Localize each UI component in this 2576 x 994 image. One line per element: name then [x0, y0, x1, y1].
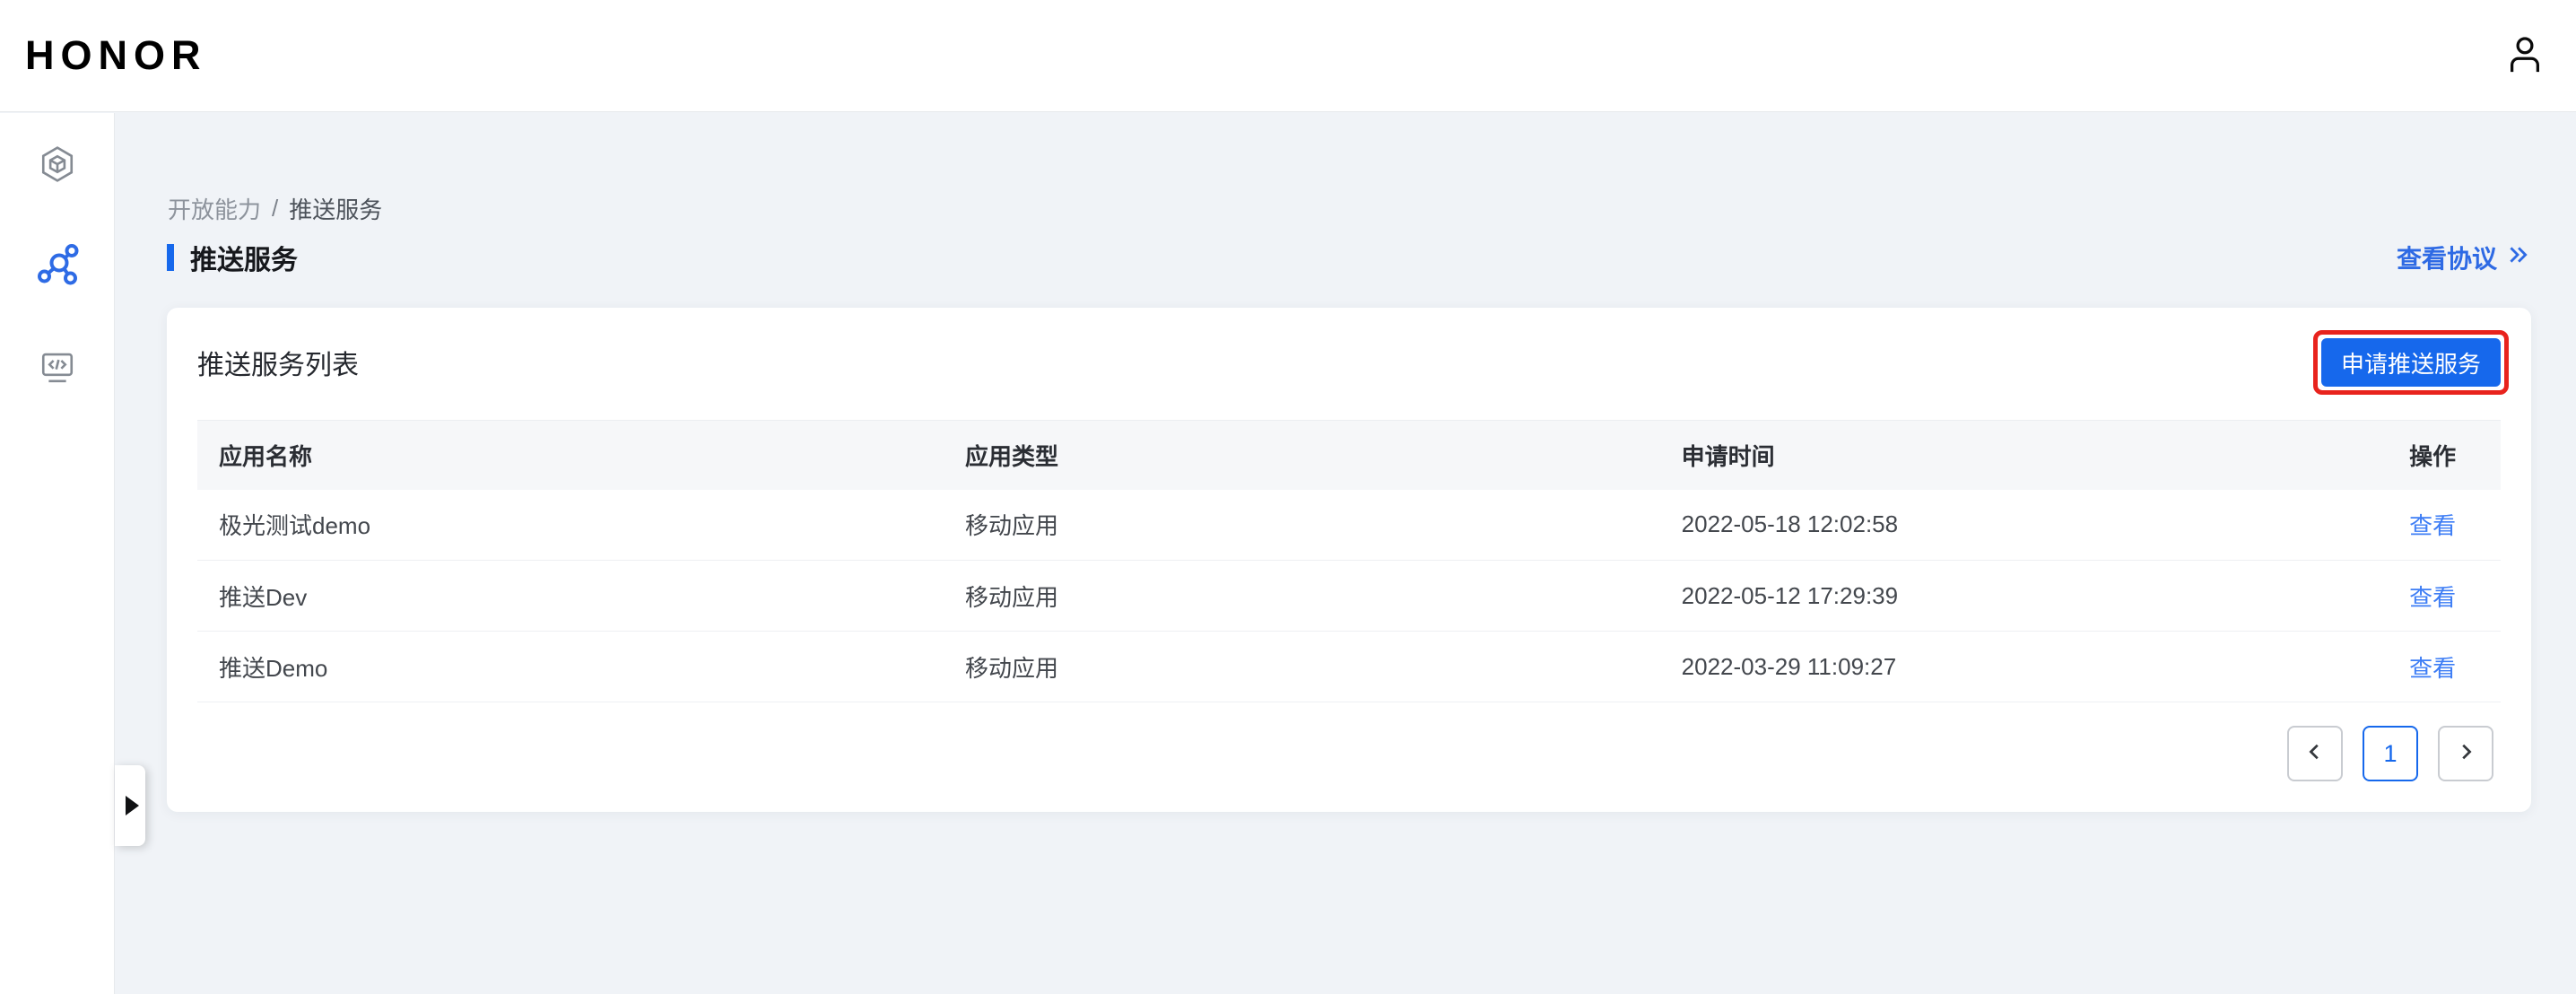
sidebar-item-push-service[interactable]	[0, 243, 114, 291]
header-action: 操作	[2388, 421, 2501, 490]
breadcrumb-parent[interactable]: 开放能力	[168, 192, 261, 225]
view-link[interactable]: 查看	[2409, 512, 2456, 539]
apply-push-service-button[interactable]: 申请推送服务	[2321, 338, 2501, 387]
app-type-cell: 移动应用	[944, 632, 1660, 702]
chevron-left-icon	[2305, 742, 2325, 766]
app-type-cell: 移动应用	[944, 561, 1660, 632]
header-app-name: 应用名称	[197, 421, 944, 490]
header-app-type: 应用类型	[944, 421, 1660, 490]
triangle-right-icon	[126, 796, 139, 815]
sidebar-item-developer-tools[interactable]	[0, 348, 114, 390]
push-service-list-card: 推送服务列表 申请推送服务 应用名称 应用类型 申请时间 操作 极光测试demo…	[167, 308, 2531, 812]
header-apply-time: 申请时间	[1660, 421, 2388, 490]
view-link[interactable]: 查看	[2409, 584, 2456, 611]
chevron-right-icon	[2456, 742, 2476, 766]
table-row: 推送Demo 移动应用 2022-03-29 11:09:27 查看	[197, 632, 2501, 702]
network-nodes-icon	[36, 243, 79, 291]
page-title-group: 推送服务	[167, 238, 298, 277]
app-name-cell: 推送Demo	[197, 632, 944, 702]
honor-logo[interactable]: HONOR	[25, 32, 207, 79]
left-sidebar	[0, 113, 115, 994]
apply-time-cell: 2022-03-29 11:09:27	[1660, 632, 2388, 702]
breadcrumb-current: 推送服务	[289, 192, 382, 225]
view-link[interactable]: 查看	[2409, 655, 2456, 682]
apply-time-cell: 2022-05-12 17:29:39	[1660, 561, 2388, 632]
table-row: 极光测试demo 移动应用 2022-05-18 12:02:58 查看	[197, 490, 2501, 561]
push-service-table: 应用名称 应用类型 申请时间 操作 极光测试demo 移动应用 2022-05-…	[197, 420, 2501, 702]
user-account-button[interactable]	[2504, 33, 2546, 79]
pagination-page-1-button[interactable]: 1	[2363, 726, 2418, 781]
apply-time-cell: 2022-05-18 12:02:58	[1660, 490, 2388, 561]
pagination: 1	[167, 726, 2493, 781]
pagination-next-button[interactable]	[2438, 726, 2493, 781]
view-agreement-label: 查看协议	[2397, 240, 2497, 275]
double-chevron-right-icon	[2506, 243, 2529, 273]
page-title: 推送服务	[190, 238, 298, 277]
card-header: 推送服务列表 申请推送服务	[167, 308, 2531, 390]
page-title-row: 推送服务 查看协议	[167, 239, 2529, 276]
table-header-row: 应用名称 应用类型 申请时间 操作	[197, 421, 2501, 490]
table-row: 推送Dev 移动应用 2022-05-12 17:29:39 查看	[197, 561, 2501, 632]
app-type-cell: 移动应用	[944, 490, 1660, 561]
card-title: 推送服务列表	[197, 343, 359, 382]
app-name-cell: 推送Dev	[197, 561, 944, 632]
user-icon	[2504, 33, 2546, 79]
main-content: 开放能力 / 推送服务 推送服务 查看协议 推送服务列表 申请推送服务	[116, 113, 2576, 994]
pagination-prev-button[interactable]	[2287, 726, 2343, 781]
app-name-cell: 极光测试demo	[197, 490, 944, 561]
breadcrumb-separator: /	[272, 195, 278, 222]
sidebar-item-capabilities[interactable]	[0, 145, 114, 187]
hexagon-cube-icon	[39, 145, 76, 187]
breadcrumb: 开放能力 / 推送服务	[168, 192, 382, 225]
sidebar-expand-handle[interactable]	[115, 765, 145, 846]
top-header-bar: HONOR	[0, 0, 2576, 112]
apply-button-wrapper: 申请推送服务	[2321, 338, 2501, 387]
monitor-code-icon	[39, 348, 76, 390]
view-agreement-link[interactable]: 查看协议	[2397, 240, 2529, 275]
title-accent-bar	[167, 244, 174, 271]
